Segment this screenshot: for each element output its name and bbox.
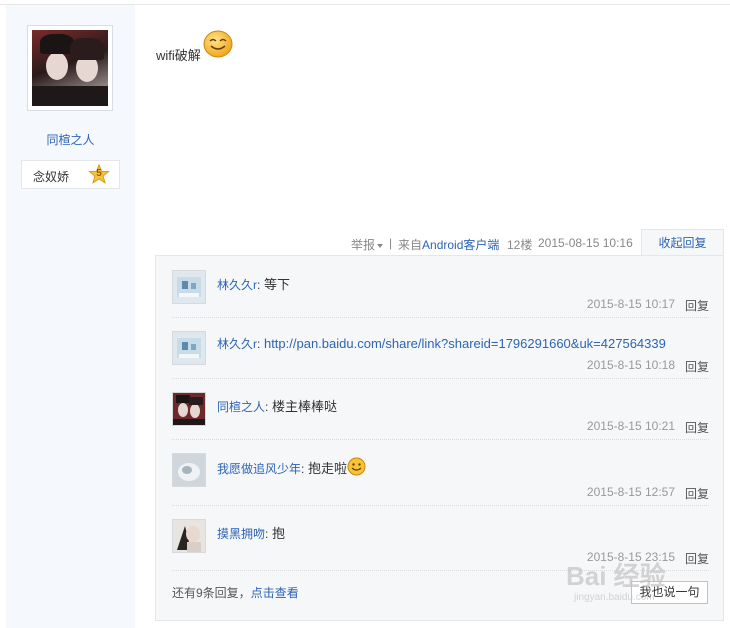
reply-item: 我愿做追风少年: 抱走啦 2015-8-15 12:57 回复	[172, 439, 709, 506]
reply-username[interactable]: 我愿做追风少年	[217, 462, 301, 476]
reply-time: 2015-8-15 10:17	[586, 297, 675, 311]
reply-button[interactable]: 回复	[685, 550, 709, 567]
author-username[interactable]: 同楦之人	[6, 131, 135, 148]
post-content: wifi破解	[156, 48, 201, 63]
reply-time: 2015-8-15 23:15	[586, 550, 675, 564]
reply-content: 抱走啦	[307, 461, 347, 476]
reply-line: 同楦之人: 楼主棒棒哒	[217, 399, 337, 414]
reply-avatar[interactable]	[172, 331, 206, 365]
reply-username[interactable]: 林久久r	[217, 278, 257, 292]
avatar-photo	[32, 30, 108, 106]
post-date: 2015-08-15 10:16	[538, 236, 633, 250]
smiley-face-icon	[203, 30, 233, 58]
badge-level: 5	[96, 168, 102, 179]
reply-avatar[interactable]	[172, 453, 206, 487]
reply-line: 我愿做追风少年: 抱走啦	[217, 457, 366, 477]
reply-content: 等下	[263, 277, 290, 292]
reply-time: 2015-8-15 12:57	[586, 485, 675, 499]
level-star-icon: 5	[88, 164, 110, 186]
reply-time: 2015-8-15 10:18	[586, 358, 675, 372]
reply-button[interactable]: 回复	[685, 297, 709, 314]
reply-line: 摸黑拥吻: 抱	[217, 526, 285, 541]
reply-avatar[interactable]	[172, 270, 206, 304]
reply-item: 林久久r: http://pan.baidu.com/share/link?sh…	[172, 317, 709, 379]
more-replies: 还有9条回复，点击查看	[172, 584, 299, 601]
reply-button[interactable]: 回复	[685, 358, 709, 375]
reply-content: 抱	[271, 526, 285, 541]
caret-down-icon	[377, 243, 384, 248]
author-avatar[interactable]	[27, 25, 113, 111]
view-more-link[interactable]: 点击查看	[251, 586, 299, 600]
share-link[interactable]: http://pan.baidu.com/share/link?shareid=…	[264, 336, 666, 351]
reply-time: 2015-8-15 10:21	[586, 419, 675, 433]
reply-button[interactable]: 回复	[685, 419, 709, 436]
reply-username[interactable]: 同楦之人	[217, 400, 265, 414]
collapse-replies-button[interactable]: 收起回复	[641, 229, 724, 255]
add-reply-button[interactable]: 我也说一句	[631, 581, 708, 604]
source-prefix: 来自	[398, 238, 423, 252]
reply-line: 林久久r: 等下	[217, 277, 290, 292]
report-dropdown[interactable]: 举报	[351, 236, 384, 253]
source-client-link[interactable]: Android客户端	[422, 238, 499, 252]
member-badge[interactable]: 念奴娇 5	[21, 160, 120, 189]
reply-avatar[interactable]	[172, 519, 206, 553]
reply-username[interactable]: 林久久r	[217, 337, 257, 351]
reply-button[interactable]: 回复	[685, 485, 709, 502]
reply-item: 摸黑拥吻: 抱 2015-8-15 23:15 回复	[172, 505, 709, 571]
reply-content: 楼主棒棒哒	[271, 399, 337, 414]
badge-name: 念奴娇	[33, 170, 70, 184]
smiley-face-icon	[347, 457, 366, 476]
floor-number: 12楼	[507, 238, 533, 252]
reply-username[interactable]: 摸黑拥吻	[217, 527, 265, 541]
reply-item: 林久久r: 等下 2015-8-15 10:17 回复	[172, 256, 709, 318]
reply-line: 林久久r: http://pan.baidu.com/share/link?sh…	[217, 336, 666, 351]
reply-avatar[interactable]	[172, 392, 206, 426]
reply-panel: 林久久r: 等下 2015-8-15 10:17 回复 林久久r: http:/…	[155, 255, 724, 621]
author-sidebar: 同楦之人 念奴娇 5	[6, 5, 135, 628]
post-source: 来自Android客户端	[398, 236, 499, 253]
reply-item: 同楦之人: 楼主棒棒哒 2015-8-15 10:21 回复	[172, 378, 709, 440]
post-meta-bar: 举报 | 来自Android客户端 12楼 2015-08-15 10:16 收…	[0, 229, 730, 255]
meta-separator: |	[389, 236, 393, 250]
report-label: 举报	[351, 238, 376, 252]
more-replies-count: 还有9条回复，	[172, 586, 251, 600]
